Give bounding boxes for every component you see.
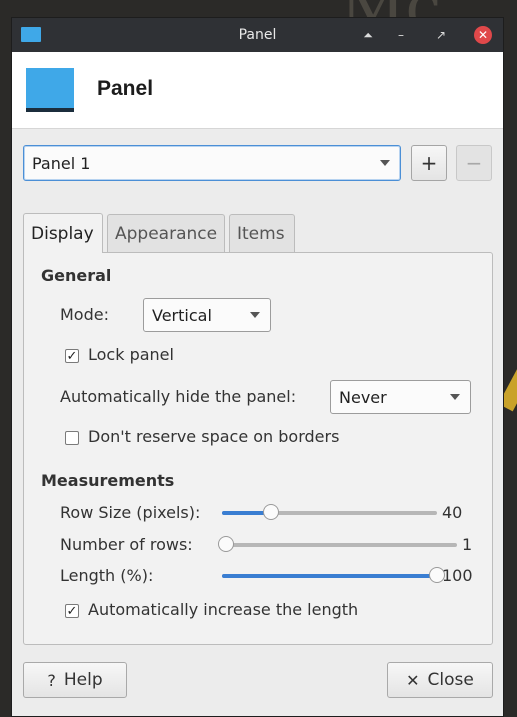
lock-panel-checkbox[interactable]: ✓ <box>65 349 79 363</box>
maximize-icon[interactable]: ↗ <box>431 25 451 45</box>
mode-select-value: Vertical <box>152 305 212 325</box>
length-slider[interactable] <box>222 567 445 583</box>
number-of-rows-label: Number of rows: <box>60 535 193 554</box>
number-of-rows-slider-handle[interactable] <box>218 536 234 552</box>
display-tab-content: General Mode: Vertical ✓ Lock panel Auto… <box>23 252 493 645</box>
close-button-label: Close <box>427 670 474 690</box>
chevron-down-icon <box>380 160 390 166</box>
mode-label: Mode: <box>60 305 109 324</box>
panel-select[interactable]: Panel 1 <box>23 145 401 181</box>
help-icon: ? <box>47 670 56 690</box>
mode-select[interactable]: Vertical <box>143 298 271 332</box>
shade-icon[interactable]: ⏶ <box>358 25 378 45</box>
tab-display[interactable]: Display <box>23 213 103 253</box>
row-size-slider-handle[interactable] <box>263 504 280 520</box>
measurements-section-title: Measurements <box>41 471 175 490</box>
panel-window: Panel ⏶ – ↗ ✕ Panel Panel 1 + − Display … <box>11 17 504 717</box>
auto-increase-length-checkbox[interactable]: ✓ <box>65 604 79 618</box>
length-slider-fill <box>222 574 437 578</box>
window-app-icon <box>21 27 41 42</box>
dont-reserve-space-checkbox[interactable] <box>65 431 79 445</box>
row-size-value: 40 <box>442 503 463 522</box>
dialog-header: Panel <box>12 52 503 129</box>
autohide-label: Automatically hide the panel: <box>60 387 297 406</box>
tab-items[interactable]: Items <box>229 214 295 252</box>
close-icon: ✕ <box>474 26 492 44</box>
remove-panel-button[interactable]: − <box>456 145 492 181</box>
page-title: Panel <box>97 77 154 100</box>
panel-icon <box>26 68 74 112</box>
dont-reserve-space-label[interactable]: Don't reserve space on borders <box>88 427 339 446</box>
auto-increase-length-label[interactable]: Automatically increase the length <box>88 600 358 619</box>
panel-select-value: Panel 1 <box>32 153 91 173</box>
titlebar[interactable]: Panel ⏶ – ↗ ✕ <box>12 18 503 52</box>
number-of-rows-value: 1 <box>462 535 473 554</box>
help-button[interactable]: ? Help <box>23 662 127 698</box>
length-value: 100 <box>442 566 473 585</box>
add-panel-button[interactable]: + <box>411 145 447 181</box>
tab-appearance[interactable]: Appearance <box>107 214 225 252</box>
row-size-slider[interactable] <box>222 504 437 520</box>
close-window-button[interactable]: ✕ <box>473 25 493 45</box>
length-label: Length (%): <box>60 566 154 585</box>
number-of-rows-slider[interactable] <box>218 536 457 552</box>
window-title: Panel <box>238 27 277 43</box>
autohide-select-value: Never <box>339 387 387 407</box>
autohide-select[interactable]: Never <box>330 380 471 414</box>
close-icon: ✕ <box>406 670 420 690</box>
close-button[interactable]: ✕ Close <box>387 662 493 698</box>
lock-panel-label[interactable]: Lock panel <box>88 345 174 364</box>
minimize-icon[interactable]: – <box>391 25 411 45</box>
general-section-title: General <box>41 266 112 285</box>
row-size-label: Row Size (pixels): <box>60 503 201 522</box>
chevron-down-icon <box>250 312 260 318</box>
help-button-label: Help <box>63 670 103 690</box>
chevron-down-icon <box>450 394 460 400</box>
